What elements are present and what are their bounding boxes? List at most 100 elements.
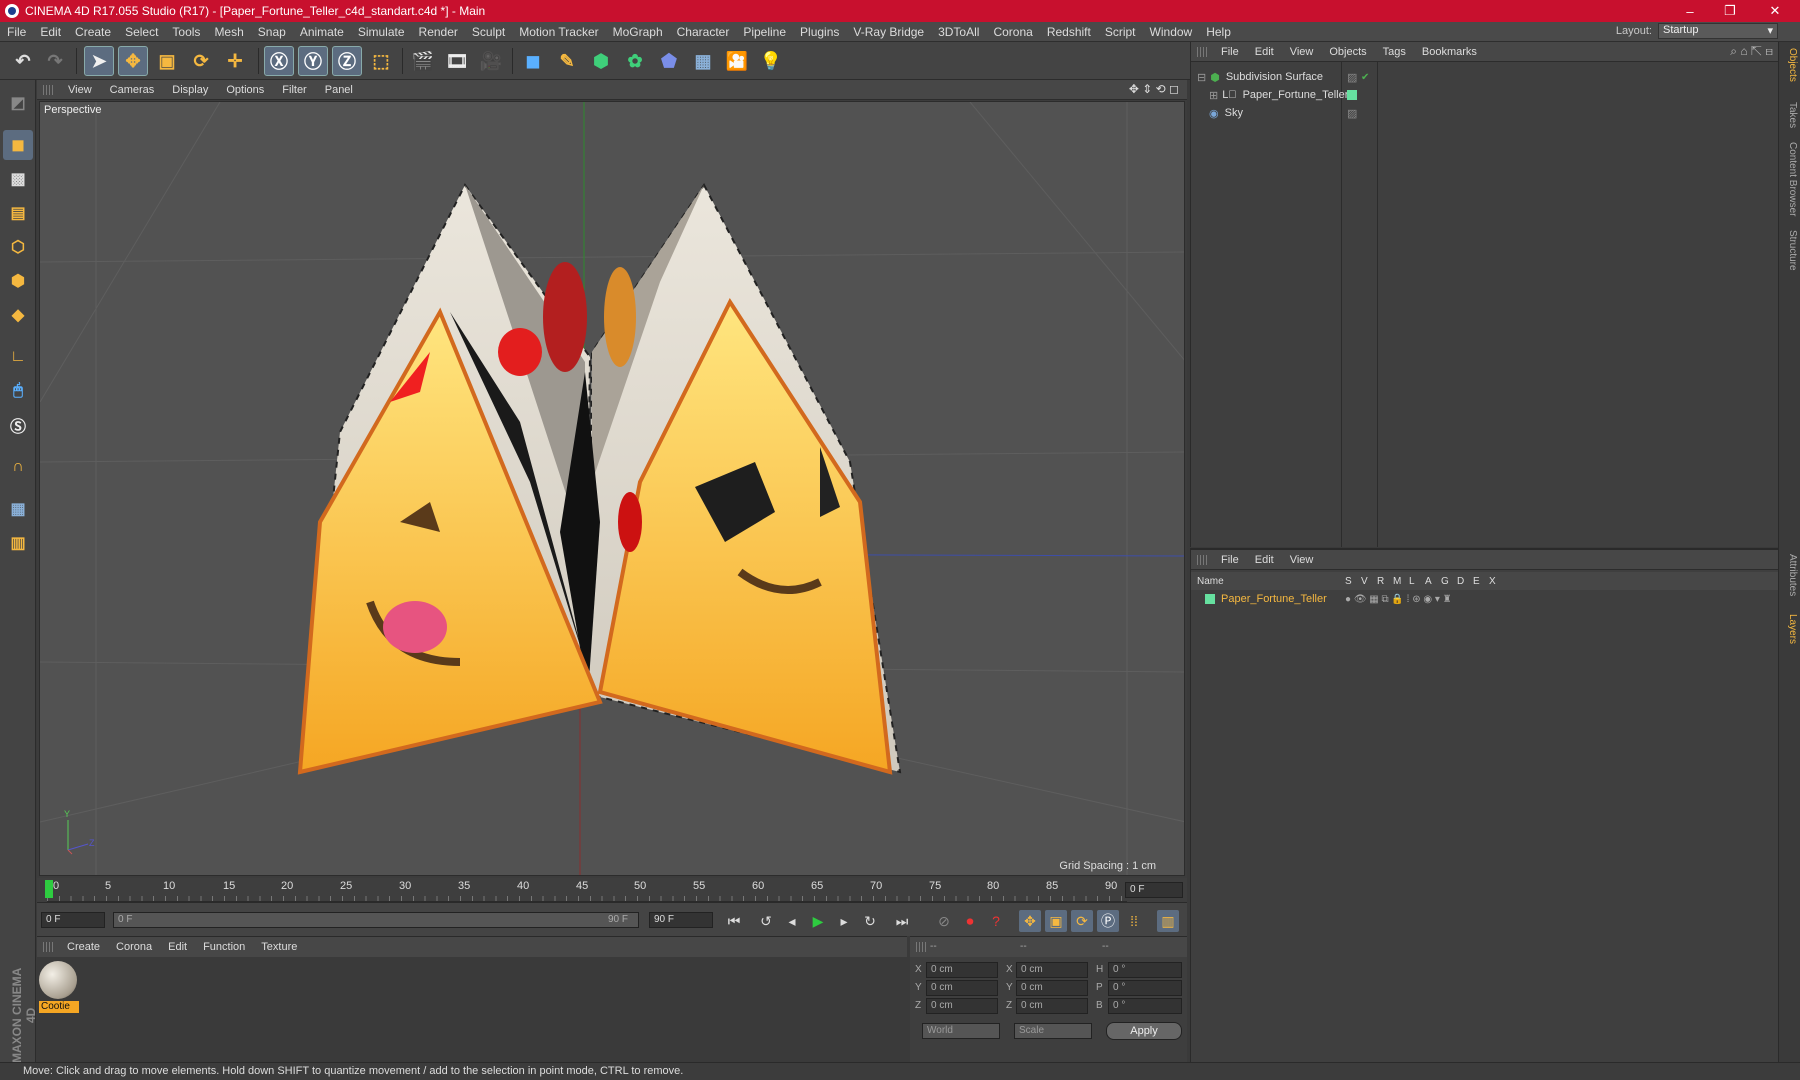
obj-menu-bookmarks[interactable]: Bookmarks: [1414, 46, 1485, 58]
z-axis-icon[interactable]: Ⓩ: [332, 46, 362, 76]
floor-icon[interactable]: ▦: [688, 46, 718, 76]
menu-script[interactable]: Script: [1098, 25, 1143, 39]
transform-icon[interactable]: ✛: [220, 46, 250, 76]
menu-render[interactable]: Render: [412, 25, 465, 39]
next-key-icon[interactable]: ↻: [859, 910, 881, 932]
viewport-nav-icons[interactable]: ✥ ⇕ ⟲ ◻: [1129, 82, 1179, 96]
texture-mode-icon[interactable]: ▩: [3, 164, 33, 194]
key-pla-icon[interactable]: ⁞⁞: [1123, 910, 1145, 932]
apply-button[interactable]: Apply: [1106, 1022, 1182, 1040]
object-row-subdivision[interactable]: ⊟ ⬢ Subdivision Surface ▨ ✔: [1191, 68, 1779, 86]
light-icon[interactable]: 💡: [756, 46, 786, 76]
key-parameter-icon[interactable]: Ⓟ: [1097, 910, 1119, 932]
y-axis-icon[interactable]: Ⓨ: [298, 46, 328, 76]
edges-mode-icon[interactable]: ⬢: [3, 266, 33, 296]
obj-search-icon[interactable]: ⌕ ⌂ ⇱ ⊟: [1730, 44, 1773, 59]
obj-menu-file[interactable]: File: [1213, 46, 1247, 58]
range-slider[interactable]: 0 F 90 F: [113, 912, 639, 928]
vp-menu-options[interactable]: Options: [217, 84, 273, 96]
tab-takes[interactable]: Takes: [1782, 102, 1798, 128]
menu-animate[interactable]: Animate: [293, 25, 351, 39]
size-x-field[interactable]: 0 cm: [1016, 962, 1088, 978]
enabled-check-icon[interactable]: ✔: [1361, 72, 1369, 83]
mat-menu-create[interactable]: Create: [59, 941, 108, 953]
size-mode-select[interactable]: Scale: [1014, 1023, 1092, 1039]
render-queue-icon[interactable]: 🎥: [476, 46, 506, 76]
menu-sculpt[interactable]: Sculpt: [465, 25, 512, 39]
tweak-mode-icon[interactable]: 🖱: [3, 376, 33, 406]
end-frame-field[interactable]: 90 F: [649, 912, 713, 928]
model-mode-icon[interactable]: ◼: [3, 130, 33, 160]
perspective-viewport[interactable]: Y Z Perspective Grid Spacing : 1 cm: [39, 101, 1185, 876]
motion-record-icon[interactable]: ⊘: [933, 910, 955, 932]
snap-magnet-icon[interactable]: ∩: [3, 452, 33, 482]
obj-menu-objects[interactable]: Objects: [1321, 46, 1374, 58]
menu-3dtoall[interactable]: 3DToAll: [931, 25, 986, 39]
start-frame-field[interactable]: 0 F: [41, 912, 105, 928]
record-keys-icon[interactable]: ⏺: [959, 910, 981, 932]
menu-window[interactable]: Window: [1143, 25, 1200, 39]
menu-snap[interactable]: Snap: [251, 25, 293, 39]
goto-start-icon[interactable]: ⏮: [723, 910, 745, 932]
edit-toggle-icon[interactable]: ▨: [1347, 71, 1357, 84]
goto-end-icon[interactable]: ⏭: [891, 910, 913, 932]
menu-pipeline[interactable]: Pipeline: [736, 25, 793, 39]
layer-color-swatch[interactable]: [1205, 594, 1215, 604]
next-frame-icon[interactable]: ▸: [833, 910, 855, 932]
vp-menu-filter[interactable]: Filter: [273, 84, 315, 96]
menu-motion-tracker[interactable]: Motion Tracker: [512, 25, 605, 39]
layer-flag-icons[interactable]: ● 👁 ▦ ⧉ 🔒 ⁞ ⊛ ◉ ▾ ♜: [1345, 594, 1452, 605]
rot-b-field[interactable]: 0 °: [1108, 998, 1182, 1014]
layer-menu-edit[interactable]: Edit: [1247, 554, 1282, 566]
select-arrow-icon[interactable]: ➤: [84, 46, 114, 76]
tab-objects[interactable]: Objects: [1782, 48, 1798, 82]
object-row-sky[interactable]: ◉ Sky ▨: [1191, 104, 1779, 122]
object-row-fortune-teller[interactable]: ⊞ L⃞ Paper_Fortune_Teller: [1191, 86, 1779, 104]
undo-icon[interactable]: ↶: [8, 46, 38, 76]
tab-content-browser[interactable]: Content Browser: [1782, 142, 1798, 216]
pos-x-field[interactable]: 0 cm: [926, 962, 998, 978]
render-region-icon[interactable]: 🎞: [442, 46, 472, 76]
subdivision-icon[interactable]: ⬢: [586, 46, 616, 76]
coord-system-select[interactable]: World: [922, 1023, 1000, 1039]
timeline-ruler[interactable]: 0 5 10 15 20 25 30 35 40 45 50 55 60 65 …: [37, 878, 1187, 902]
mat-menu-texture[interactable]: Texture: [253, 941, 305, 953]
menu-file[interactable]: File: [0, 25, 33, 39]
pen-icon[interactable]: ✎: [552, 46, 582, 76]
menu-character[interactable]: Character: [670, 25, 737, 39]
make-editable-icon[interactable]: ◩: [3, 88, 33, 118]
layer-menu-view[interactable]: View: [1282, 554, 1322, 566]
size-y-field[interactable]: 0 cm: [1016, 980, 1088, 996]
layer-row[interactable]: Paper_Fortune_Teller ● 👁 ▦ ⧉ 🔒 ⁞ ⊛ ◉ ▾ ♜: [1191, 590, 1779, 608]
play-icon[interactable]: ▶: [807, 910, 829, 932]
auto-key-icon[interactable]: ?: [985, 910, 1007, 932]
menu-help[interactable]: Help: [1199, 25, 1238, 39]
playhead[interactable]: [45, 880, 53, 898]
layer-color-swatch[interactable]: [1347, 90, 1357, 100]
prev-key-icon[interactable]: ↺: [755, 910, 777, 932]
cube-icon[interactable]: ◼: [518, 46, 548, 76]
solo-mode-icon[interactable]: Ⓢ: [3, 410, 33, 440]
rot-p-field[interactable]: 0 °: [1108, 980, 1182, 996]
menu-vray-bridge[interactable]: V-Ray Bridge: [846, 25, 931, 39]
key-rotation-icon[interactable]: ⟳: [1071, 910, 1093, 932]
cloner-icon[interactable]: ✿: [620, 46, 650, 76]
obj-menu-tags[interactable]: Tags: [1375, 46, 1414, 58]
menu-mesh[interactable]: Mesh: [207, 25, 250, 39]
close-button[interactable]: ✕: [1752, 0, 1798, 22]
menu-create[interactable]: Create: [68, 25, 118, 39]
mat-menu-edit[interactable]: Edit: [160, 941, 195, 953]
points-mode-icon[interactable]: ⬡: [3, 232, 33, 262]
current-frame-field[interactable]: 0 F: [1125, 882, 1183, 898]
vp-menu-cameras[interactable]: Cameras: [101, 84, 164, 96]
world-coord-icon[interactable]: ⬚: [366, 46, 396, 76]
rot-h-field[interactable]: 0 °: [1108, 962, 1182, 978]
menu-tools[interactable]: Tools: [165, 25, 207, 39]
menu-select[interactable]: Select: [118, 25, 165, 39]
obj-menu-view[interactable]: View: [1282, 46, 1322, 58]
paper-fortune-teller-model[interactable]: [297, 183, 902, 775]
lock-workplane-icon[interactable]: ▦: [3, 494, 33, 524]
mat-menu-function[interactable]: Function: [195, 941, 253, 953]
key-position-icon[interactable]: ✥: [1019, 910, 1041, 932]
menu-edit[interactable]: Edit: [33, 25, 68, 39]
